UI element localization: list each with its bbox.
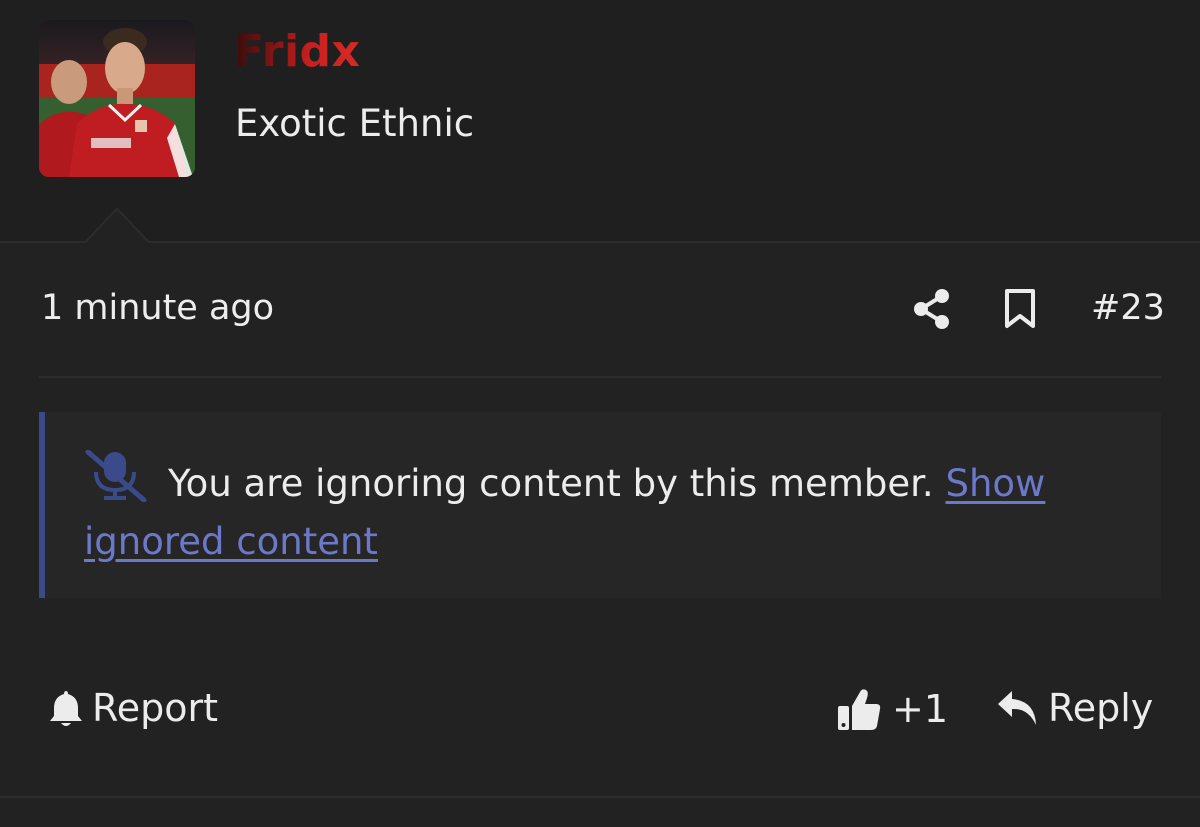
report-button[interactable]: Report — [48, 686, 218, 730]
post-container: Fridx Exotic Ethnic 1 minute ago #23 You… — [0, 0, 1200, 827]
share-icon[interactable] — [912, 288, 952, 330]
avatar-photo — [39, 20, 195, 177]
divider — [39, 376, 1161, 378]
reply-icon — [998, 691, 1036, 725]
divider — [0, 241, 1200, 243]
bell-icon — [50, 691, 82, 726]
user-header: Fridx Exotic Ethnic — [0, 0, 1200, 243]
user-title: Exotic Ethnic — [235, 102, 475, 145]
like-button[interactable]: +1 — [836, 686, 948, 732]
reply-button[interactable]: Reply — [996, 686, 1153, 730]
reply-label: Reply — [1048, 686, 1154, 730]
post-time[interactable]: 1 minute ago — [41, 288, 274, 328]
avatar[interactable] — [39, 20, 195, 177]
bookmark-icon[interactable] — [1002, 288, 1038, 330]
like-count: +1 — [892, 687, 949, 731]
report-label: Report — [92, 686, 218, 730]
username[interactable]: Fridx — [234, 26, 360, 77]
divider — [0, 796, 1200, 798]
thumbs-up-icon — [838, 689, 881, 730]
post-number[interactable]: #23 — [1091, 288, 1165, 328]
ignored-message: You are ignoring content by this member. — [168, 462, 934, 505]
ignored-message-text: You are ignoring content by this member.… — [84, 455, 1084, 571]
arrow-tip — [85, 210, 149, 244]
